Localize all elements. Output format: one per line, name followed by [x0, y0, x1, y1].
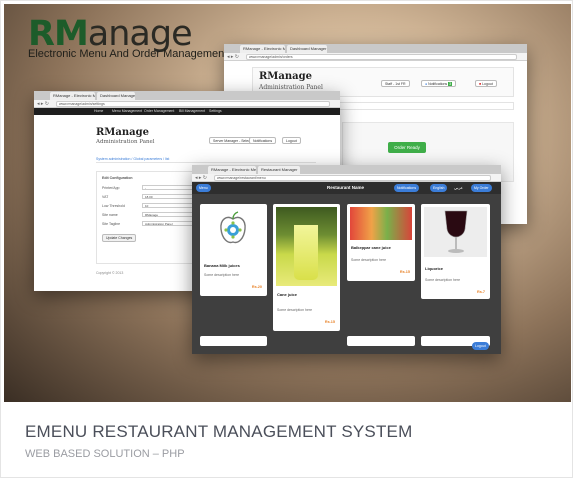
menu-back-button[interactable]: Menu: [196, 184, 211, 192]
apple-gear-icon: [220, 211, 246, 244]
item-name: Balkeppar cane juice: [351, 245, 391, 250]
logout-button[interactable]: Logout: [472, 342, 489, 350]
item-description: Some description here: [425, 278, 461, 282]
brand-tagline: Electronic Menu And Order Management: [28, 48, 228, 60]
field-label: Site Tagline: [102, 222, 121, 226]
footer: Copyright © 2013: [96, 271, 124, 275]
menu-item-card[interactable]: [347, 336, 415, 346]
notifications-button[interactable]: Notifications: [249, 137, 277, 144]
item-name: Cane juice: [277, 292, 298, 297]
top-navigation: Home Menu Management Order Management Bi…: [34, 108, 340, 115]
logout-button[interactable]: Logout: [282, 137, 301, 144]
url-bar: ◂ ▸ ↻ www.rmanage/admin/settings: [34, 100, 340, 108]
browser-tab[interactable]: RManage - Electronic Menu &...: [240, 45, 285, 53]
app-header: Menu Restaurant Name Notifications Engli…: [192, 182, 501, 194]
item-name: Banana Milk juices: [204, 263, 240, 268]
project-subtitle: WEB BASED SOLUTION – PHP: [25, 448, 185, 460]
menu-item-card[interactable]: [200, 336, 267, 346]
menu-item-card[interactable]: Banana Milk juices Some description here…: [200, 204, 267, 296]
item-price: Rs.7: [476, 290, 485, 294]
item-price: Rs.20: [251, 285, 262, 289]
browser-tab[interactable]: RManage - Electronic Menu &...: [208, 166, 256, 174]
notifications-button[interactable]: ● Notifications 3: [421, 80, 457, 87]
count-badge: 3: [448, 82, 453, 86]
item-name: Liquorice: [425, 266, 444, 271]
back-icon[interactable]: ◂ ▸ ↻: [195, 175, 207, 181]
browser-tab[interactable]: Restaurant Manager: [258, 166, 300, 174]
page-subtitle: Administration Panel: [259, 84, 323, 91]
item-photo: [350, 207, 412, 240]
nav-menu-management[interactable]: Menu Management: [112, 108, 142, 115]
browser-tab[interactable]: Dashboard Manager: [97, 92, 135, 100]
hero-image[interactable]: RManage Electronic Menu And Order Manage…: [4, 4, 571, 402]
field-label: Site name: [102, 213, 118, 217]
wine-glass-icon: [444, 210, 468, 253]
url-bar: ◂ ▸ ↻ www.rmanage/restaurant/menu: [192, 174, 501, 182]
form-title: Edit Configuration: [102, 176, 133, 180]
item-photo: [424, 207, 487, 257]
power-icon: ■: [479, 82, 482, 86]
item-description: Some description here: [277, 308, 313, 312]
tab-bar: RManage - Electronic Menu &... Dashboard…: [34, 91, 340, 106]
menu-item-card[interactable]: Liquorice Some description here Rs.7: [421, 204, 490, 299]
tab-bar: RManage - Electronic Menu &... Restauran…: [192, 165, 501, 180]
menu-item-card[interactable]: Cane juice Some description here Rs.15: [273, 204, 340, 331]
address-field[interactable]: www.rmanage/admin/orders: [246, 54, 517, 60]
url-bar: ◂ ▸ ↻ www.rmanage/admin/orders: [224, 53, 527, 61]
item-description: Some description here: [351, 258, 387, 262]
browser-tab[interactable]: Dashboard Manager: [287, 45, 327, 53]
logout-button[interactable]: ■ Logout: [475, 80, 497, 87]
project-title[interactable]: EMENU RESTAURANT MANAGEMENT SYSTEM: [25, 422, 412, 442]
my-order-button[interactable]: My Order: [471, 184, 492, 192]
juice-glass-icon: [294, 225, 318, 280]
address-field[interactable]: www.rmanage/restaurant/menu: [214, 175, 491, 181]
browser-tab[interactable]: RManage - Electronic Menu &...: [50, 92, 95, 100]
staff-select[interactable]: Staff - 1st FR: [381, 80, 410, 87]
item-price: Rs.15: [399, 270, 410, 274]
page-subtitle: Administration Panel: [96, 139, 155, 145]
nav-settings[interactable]: Settings: [209, 108, 222, 115]
back-icon[interactable]: ◂ ▸ ↻: [37, 101, 49, 107]
tab-bar: RManage - Electronic Menu &... Dashboard…: [224, 44, 527, 59]
item-description: Some description here: [204, 273, 240, 277]
notifications-button[interactable]: Notifications: [394, 184, 420, 192]
field-label: Printer/App: [102, 186, 120, 190]
back-icon[interactable]: ◂ ▸ ↻: [227, 54, 239, 60]
notifications-label: Notifications: [428, 82, 448, 86]
item-price: Rs.15: [324, 320, 335, 324]
field-label: VAT: [102, 195, 109, 199]
page-title: RManage: [96, 127, 149, 138]
restaurant-title: Restaurant Name: [327, 185, 365, 190]
portfolio-card[interactable]: RManage Electronic Menu And Order Manage…: [0, 0, 573, 478]
field-label: Low Threshold: [102, 204, 125, 208]
address-field[interactable]: www.rmanage/admin/settings: [56, 101, 330, 107]
nav-bill-management[interactable]: Bill Management: [179, 108, 205, 115]
language-english-button[interactable]: English: [430, 184, 448, 192]
breadcrumb[interactable]: System administration / Global parameter…: [96, 155, 316, 163]
update-button[interactable]: Update Changes: [102, 234, 137, 242]
nav-order-management[interactable]: Order Management: [144, 108, 174, 115]
logout-label: Logout: [482, 82, 493, 86]
menu-item-card[interactable]: Balkeppar cane juice Some description he…: [347, 204, 415, 281]
menu-browser-window: RManage - Electronic Menu &... Restauran…: [192, 165, 501, 354]
item-photo: [276, 207, 337, 286]
nav-home[interactable]: Home: [94, 108, 103, 115]
page-title: RManage: [259, 71, 312, 82]
language-arabic-button[interactable]: عربي: [454, 184, 463, 192]
info-icon: ●: [425, 82, 428, 86]
order-ready-button[interactable]: Order Ready: [388, 142, 426, 153]
